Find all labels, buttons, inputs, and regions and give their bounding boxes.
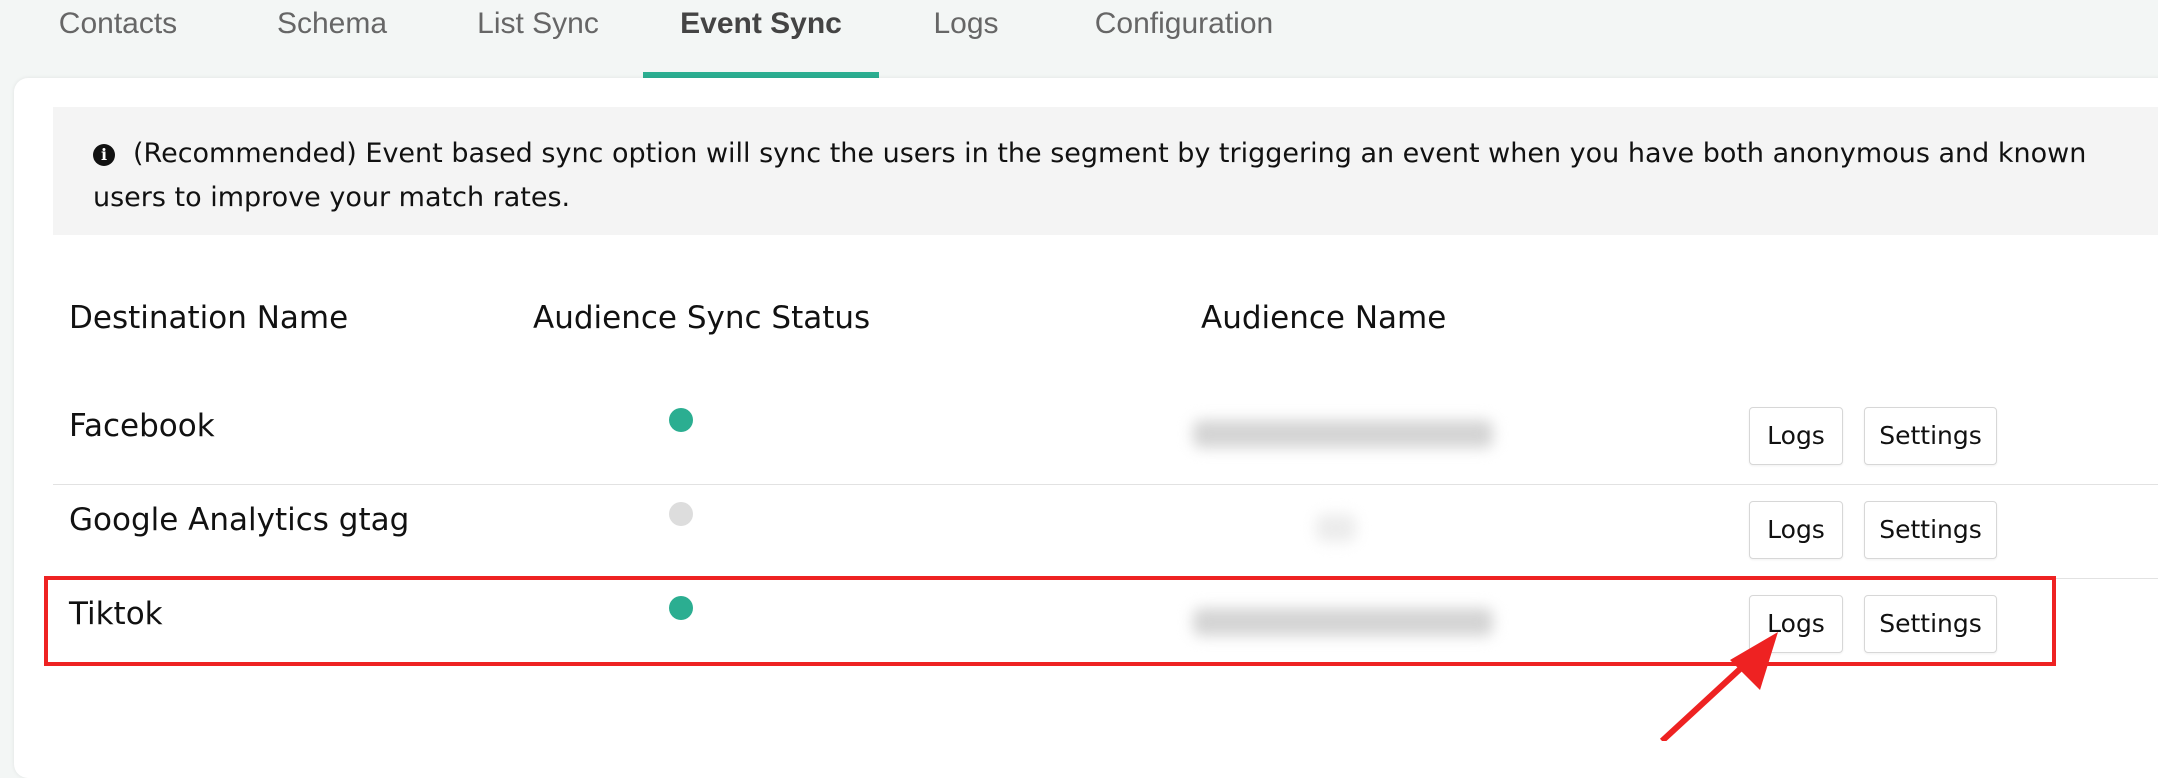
tab-contacts[interactable]: Contacts bbox=[48, 0, 188, 78]
table-row: Tiktok Logs Settings bbox=[53, 578, 2158, 672]
header-destination-name: Destination Name bbox=[69, 300, 349, 336]
audience-name-redacted bbox=[1131, 490, 1661, 560]
logs-button[interactable]: Logs bbox=[1749, 501, 1843, 559]
destination-name: Tiktok bbox=[69, 596, 163, 632]
sync-status-indicator bbox=[669, 596, 693, 620]
settings-button[interactable]: Settings bbox=[1864, 501, 1997, 559]
logs-button[interactable]: Logs bbox=[1749, 407, 1843, 465]
tab-bar: Contacts Schema List Sync Event Sync Log… bbox=[0, 0, 2158, 78]
destination-name: Google Analytics gtag bbox=[69, 502, 410, 538]
tab-label: List Sync bbox=[477, 7, 599, 40]
info-banner: i (Recommended) Event based sync option w… bbox=[53, 107, 2158, 235]
tab-label: Schema bbox=[276, 7, 388, 40]
header-audience-sync-status: Audience Sync Status bbox=[533, 300, 871, 336]
sync-status-indicator bbox=[669, 408, 693, 432]
audience-name-redacted bbox=[1131, 396, 1661, 466]
table-row: Google Analytics gtag Logs Settings bbox=[53, 484, 2158, 579]
tab-label: Event Sync bbox=[680, 7, 842, 40]
table-row: Facebook Logs Settings bbox=[53, 390, 2158, 485]
settings-button[interactable]: Settings bbox=[1864, 595, 1997, 653]
header-audience-name: Audience Name bbox=[1201, 300, 1447, 336]
tab-schema[interactable]: Schema bbox=[270, 0, 394, 78]
sync-status-indicator bbox=[669, 502, 693, 526]
info-text: (Recommended) Event based sync option wi… bbox=[93, 138, 2087, 213]
tab-event-sync[interactable]: Event Sync bbox=[643, 0, 879, 78]
info-icon: i bbox=[93, 144, 115, 166]
logs-button[interactable]: Logs bbox=[1749, 595, 1843, 653]
settings-button[interactable]: Settings bbox=[1864, 407, 1997, 465]
tab-label: Logs bbox=[933, 7, 999, 40]
tab-label: Configuration bbox=[1094, 7, 1274, 40]
tab-label: Contacts bbox=[58, 7, 178, 40]
audience-name-redacted bbox=[1131, 584, 1661, 654]
destination-name: Facebook bbox=[69, 408, 215, 444]
tab-list-sync[interactable]: List Sync bbox=[468, 0, 608, 78]
tab-logs[interactable]: Logs bbox=[928, 0, 1004, 78]
tab-configuration[interactable]: Configuration bbox=[1090, 0, 1278, 78]
